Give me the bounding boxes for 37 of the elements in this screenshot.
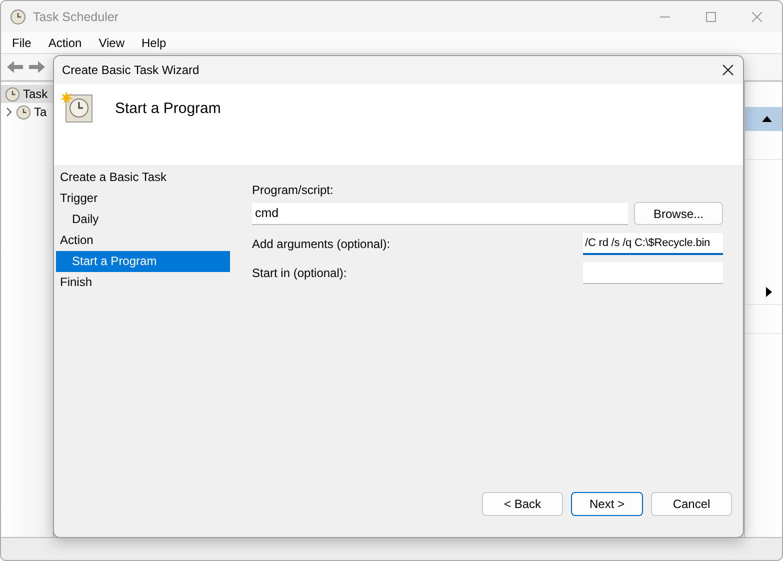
wizard-step: Create a Basic Task: [56, 167, 230, 188]
menu-item[interactable]: File: [12, 36, 32, 50]
chevron-icon[interactable]: [5, 107, 13, 117]
maximize-icon[interactable]: [706, 12, 716, 22]
clock-icon: [16, 104, 31, 120]
actions-header[interactable]: [745, 107, 782, 131]
wizard-button[interactable]: Cancel: [651, 492, 732, 516]
wizard-step: Daily: [56, 209, 230, 230]
menu-item[interactable]: Help: [142, 36, 166, 50]
page-heading: Start a Program: [115, 100, 221, 117]
window-title: Task Scheduler: [33, 10, 118, 24]
close-icon[interactable]: [722, 64, 734, 76]
menu-item[interactable]: Action: [48, 36, 82, 50]
field-label: Start in (optional):: [252, 266, 347, 280]
scheduled-task-icon: [60, 90, 94, 124]
menu-item[interactable]: View: [98, 36, 124, 50]
wizard-step: Trigger: [56, 188, 230, 209]
field-label: Add arguments (optional):: [252, 237, 390, 251]
forward-arrow-icon[interactable]: [28, 59, 46, 75]
wizard-step: Start a Program: [56, 251, 230, 272]
field-label: Program/script:: [252, 183, 334, 197]
dialog-title: Create Basic Task Wizard: [62, 63, 200, 77]
wizard-button[interactable]: < Back: [482, 492, 563, 516]
browse-button[interactable]: Browse...: [634, 202, 723, 225]
clock-icon: [5, 86, 20, 102]
input-field[interactable]: cmd: [252, 202, 628, 224]
tree-item[interactable]: Ta: [1, 103, 53, 121]
wizard-button[interactable]: Next >: [571, 492, 643, 516]
input-field[interactable]: /C rd /s /q C:\$Recycle.bin: [583, 233, 723, 255]
collapse-icon[interactable]: [762, 116, 772, 122]
wizard-step: Action: [56, 230, 230, 251]
expand-icon[interactable]: [766, 287, 772, 297]
input-field[interactable]: [583, 262, 723, 284]
back-arrow-icon[interactable]: [6, 59, 24, 75]
tree-item[interactable]: Task: [1, 85, 53, 103]
wizard-step: Finish: [56, 272, 230, 293]
clock-icon: [10, 8, 26, 24]
